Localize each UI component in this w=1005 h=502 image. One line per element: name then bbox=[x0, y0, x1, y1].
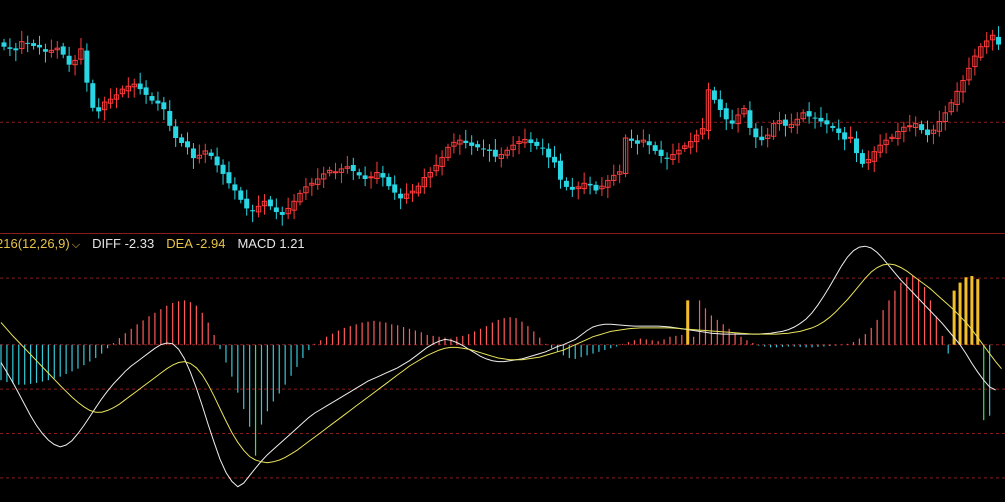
candle-body bbox=[812, 117, 818, 119]
chevron-down-icon[interactable]: ⌵ bbox=[72, 236, 80, 254]
candle-body bbox=[469, 142, 475, 146]
macd-histogram bbox=[0, 275, 991, 456]
candle-body bbox=[84, 50, 90, 83]
legend-dea: DEA -2.94 bbox=[166, 236, 226, 251]
candle-body bbox=[7, 47, 13, 49]
candle-body bbox=[208, 152, 214, 156]
candle-body bbox=[362, 175, 368, 179]
candle-body bbox=[332, 171, 339, 174]
candle-body bbox=[232, 184, 238, 191]
candle-body bbox=[629, 138, 635, 141]
candle-body bbox=[31, 43, 37, 46]
candle-body bbox=[563, 180, 569, 187]
candle-body bbox=[190, 148, 196, 159]
candle-body bbox=[528, 139, 534, 144]
candle-body bbox=[569, 186, 575, 190]
candle-body bbox=[664, 157, 670, 159]
candle-body bbox=[137, 83, 143, 90]
candle-body bbox=[42, 49, 48, 52]
candle-body bbox=[60, 46, 66, 55]
candle-body bbox=[830, 126, 836, 128]
candle-body bbox=[96, 107, 102, 112]
candle-body bbox=[226, 172, 232, 184]
candle-body bbox=[711, 90, 717, 100]
candle-body bbox=[267, 199, 273, 207]
candle-body bbox=[250, 210, 256, 212]
indicator-legend: 216(12,26,9) ⌵ DIFF -2.33 DEA -2.94 MACD 1.2… bbox=[0, 235, 305, 253]
candle-body bbox=[1, 42, 7, 47]
candle-body bbox=[836, 128, 842, 133]
candle-body bbox=[37, 44, 43, 48]
candle-body bbox=[185, 141, 191, 148]
candle-body bbox=[220, 164, 226, 174]
candle-body bbox=[161, 102, 167, 110]
candle-body bbox=[173, 126, 179, 138]
candle-body bbox=[842, 132, 848, 140]
candle-body bbox=[646, 141, 652, 146]
candle-body bbox=[996, 36, 1002, 45]
candle-body bbox=[143, 87, 149, 95]
candle-body bbox=[66, 55, 72, 65]
candle-body bbox=[634, 140, 640, 144]
candle-body bbox=[179, 137, 185, 144]
candle-body bbox=[463, 140, 469, 144]
candle-body bbox=[350, 165, 356, 172]
candle-body bbox=[244, 198, 250, 209]
candle-body bbox=[540, 147, 546, 149]
candle-body bbox=[907, 125, 913, 128]
candle-body bbox=[747, 110, 753, 128]
candle-body bbox=[486, 149, 492, 151]
candle-body bbox=[587, 183, 593, 186]
candlestick-series bbox=[1, 26, 1002, 226]
candle-body bbox=[717, 99, 723, 110]
candle-body bbox=[925, 129, 931, 136]
candle-body bbox=[356, 172, 362, 176]
legend-diff: DIFF -2.33 bbox=[92, 236, 155, 251]
legend-macd: MACD 1.21 bbox=[237, 236, 305, 251]
candle-body bbox=[557, 160, 563, 180]
candle-body bbox=[386, 176, 392, 187]
candle-body bbox=[723, 108, 729, 120]
candle-body bbox=[155, 100, 161, 104]
candle-body bbox=[214, 156, 220, 166]
indicator-params[interactable]: 216(12,26,9) bbox=[0, 235, 70, 253]
candle-body bbox=[824, 120, 830, 125]
candle-body bbox=[652, 145, 658, 151]
candle-body bbox=[546, 148, 552, 158]
macd-lines bbox=[0, 245, 1002, 488]
candle-body bbox=[853, 138, 859, 154]
candle-body bbox=[753, 128, 759, 138]
candle-body bbox=[806, 111, 812, 117]
candle-body bbox=[13, 48, 19, 51]
candle-body bbox=[90, 83, 96, 108]
candle-body bbox=[238, 190, 244, 200]
candle-body bbox=[729, 120, 735, 124]
macd-line-dea bbox=[0, 263, 1002, 464]
candle-body bbox=[475, 144, 481, 148]
candle-body bbox=[552, 156, 558, 163]
candle-body bbox=[658, 149, 664, 156]
candle-body bbox=[492, 149, 498, 157]
candle-body bbox=[919, 124, 925, 131]
macd-grid bbox=[0, 277, 1005, 479]
candle-body bbox=[279, 212, 285, 215]
candle-body bbox=[818, 117, 824, 122]
candle-body bbox=[25, 42, 31, 44]
candle-body bbox=[398, 193, 404, 199]
candle-body bbox=[392, 184, 398, 193]
candle-body bbox=[534, 141, 540, 146]
candle-body bbox=[847, 136, 854, 139]
candle-body bbox=[167, 110, 173, 126]
candle-body bbox=[759, 136, 765, 141]
candle-body bbox=[273, 207, 279, 213]
candle-body bbox=[782, 119, 788, 126]
candle-body bbox=[593, 184, 599, 191]
candle-body bbox=[859, 153, 865, 164]
candle-body bbox=[149, 96, 155, 101]
candle-body bbox=[380, 173, 386, 178]
candle-body bbox=[481, 148, 487, 150]
macd-line-diff bbox=[0, 245, 996, 488]
